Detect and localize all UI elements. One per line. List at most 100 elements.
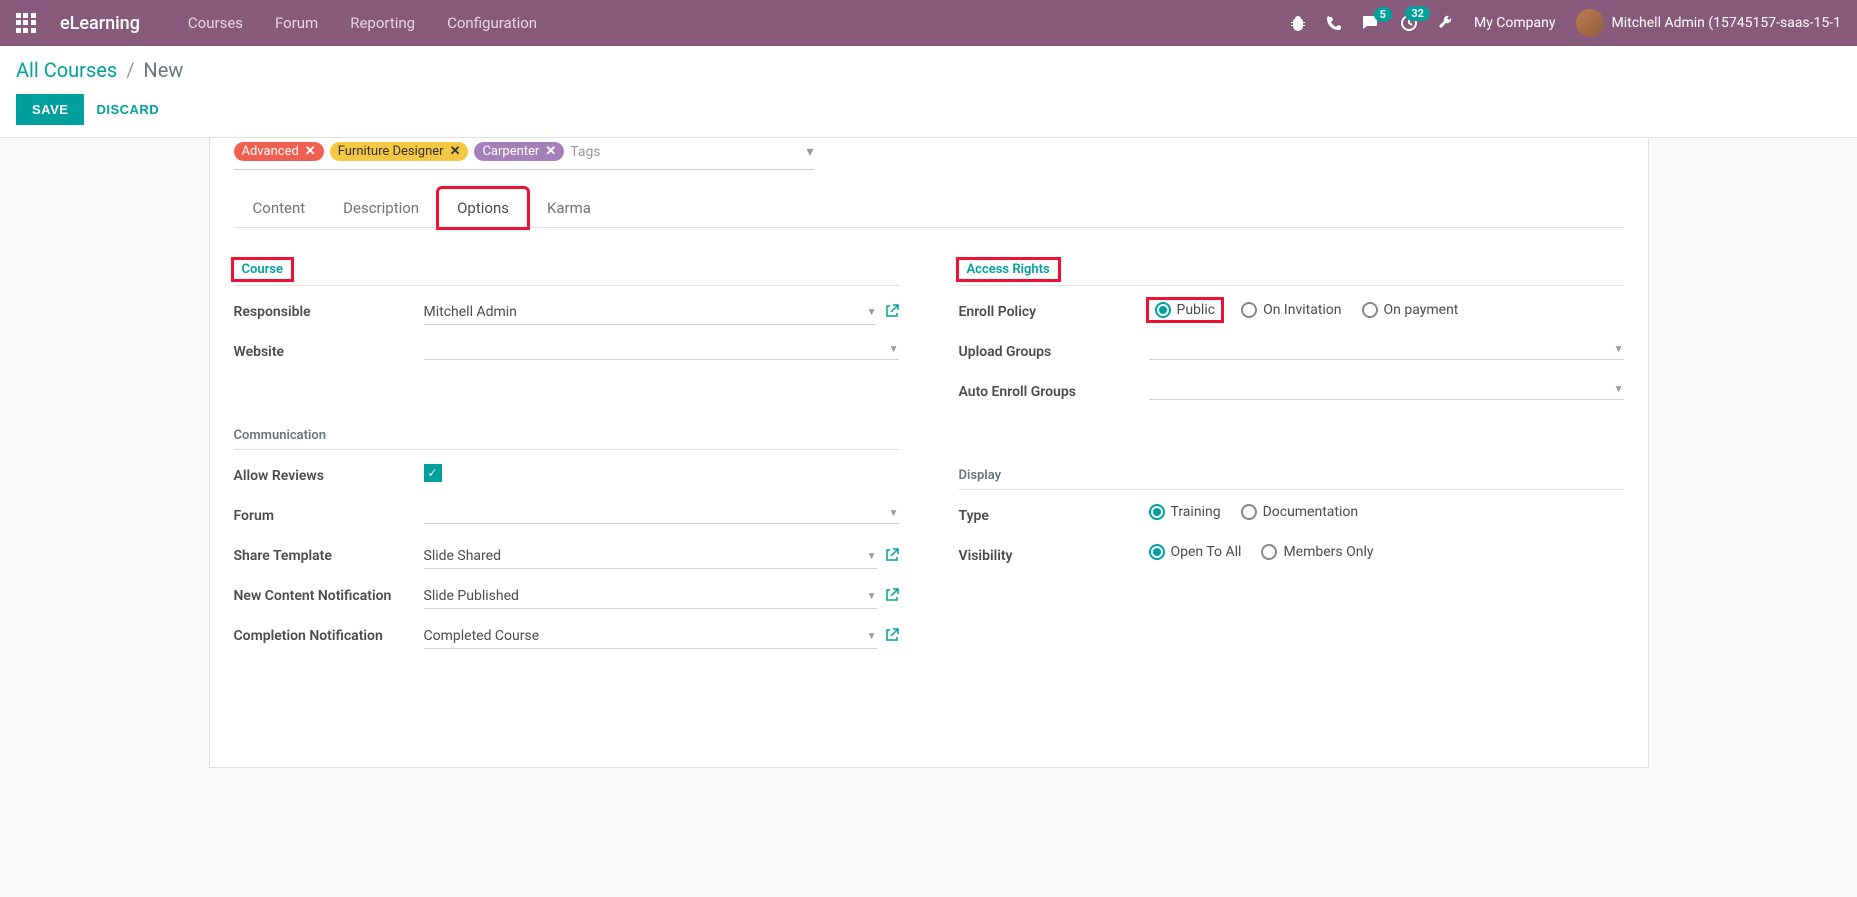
breadcrumb-separator: /	[126, 58, 134, 82]
row-allow-reviews: Allow Reviews ✓	[234, 464, 899, 494]
section-display: Display	[959, 468, 1624, 490]
external-link-icon[interactable]	[885, 628, 899, 646]
radio-label: On payment	[1384, 302, 1459, 318]
allow-reviews-checkbox[interactable]: ✓	[424, 464, 442, 482]
radio-members-only[interactable]: Members Only	[1261, 544, 1373, 560]
row-completion: Completion Notification Completed Course…	[234, 624, 899, 654]
messages-badge: 5	[1374, 7, 1392, 22]
save-button[interactable]: SAVE	[16, 94, 84, 125]
share-template-value: Slide Shared	[424, 548, 502, 564]
radio-public[interactable]: Public	[1149, 300, 1222, 320]
action-buttons: SAVE DISCARD	[16, 94, 1841, 125]
type-radio-group: Training Documentation	[1149, 504, 1359, 520]
phone-icon[interactable]	[1326, 15, 1342, 31]
chevron-down-icon[interactable]: ▼	[867, 307, 877, 318]
company-switcher[interactable]: My Company	[1474, 15, 1556, 31]
tags-field[interactable]: Advanced ✕ Furniture Designer ✕ Carpente…	[234, 138, 814, 170]
section-communication: Communication	[234, 428, 899, 450]
breadcrumb-parent[interactable]: All Courses	[16, 58, 117, 82]
tags-placeholder: Tags	[570, 144, 600, 160]
label-share-template: Share Template	[234, 544, 424, 564]
label-enroll-policy: Enroll Policy	[959, 300, 1149, 320]
chevron-down-icon[interactable]: ▼	[889, 344, 899, 355]
chevron-down-icon[interactable]: ▼	[867, 591, 877, 602]
external-link-icon[interactable]	[885, 304, 899, 322]
external-link-icon[interactable]	[885, 588, 899, 606]
website-input[interactable]: ▼	[424, 340, 899, 360]
new-content-value: Slide Published	[424, 588, 519, 604]
new-content-input[interactable]: Slide Published ▼	[424, 584, 877, 609]
user-menu[interactable]: Mitchell Admin (15745157-saas-15-1	[1576, 9, 1842, 37]
responsible-input[interactable]: Mitchell Admin ▼	[424, 300, 877, 325]
forum-input[interactable]: ▼	[424, 504, 899, 524]
radio-icon	[1149, 544, 1165, 560]
completion-input[interactable]: Completed Course ▼	[424, 624, 877, 649]
radio-icon	[1241, 504, 1257, 520]
breadcrumb-current: New	[143, 58, 183, 82]
messages-icon[interactable]: 5	[1362, 15, 1380, 31]
app-name[interactable]: eLearning	[60, 13, 140, 34]
upload-groups-input[interactable]: ▼	[1149, 340, 1624, 360]
section-course-label: Course	[234, 260, 291, 279]
chevron-down-icon[interactable]: ▼	[867, 551, 877, 562]
radio-on-payment[interactable]: On payment	[1362, 300, 1459, 320]
apps-icon[interactable]	[16, 13, 36, 33]
nav-reporting[interactable]: Reporting	[350, 14, 415, 32]
discard-button[interactable]: DISCARD	[96, 102, 159, 117]
label-forum: Forum	[234, 504, 424, 524]
activities-icon[interactable]: 32	[1400, 14, 1418, 32]
chevron-down-icon[interactable]: ▼	[867, 631, 877, 642]
nav-courses[interactable]: Courses	[188, 14, 243, 32]
label-new-content: New Content Notification	[234, 584, 424, 604]
right-column: Access Rights Enroll Policy Public On	[959, 252, 1624, 664]
form-columns: Course Responsible Mitchell Admin ▼	[234, 252, 1624, 664]
radio-label: Open To All	[1171, 544, 1242, 560]
chevron-down-icon[interactable]: ▼	[889, 508, 899, 519]
row-upload-groups: Upload Groups ▼	[959, 340, 1624, 370]
tab-description[interactable]: Description	[324, 188, 438, 227]
row-auto-enroll: Auto Enroll Groups ▼	[959, 380, 1624, 410]
auto-enroll-input[interactable]: ▼	[1149, 380, 1624, 400]
radio-on-invitation[interactable]: On Invitation	[1241, 300, 1341, 320]
row-forum: Forum ▼	[234, 504, 899, 534]
radio-label: Training	[1171, 504, 1221, 520]
left-column: Course Responsible Mitchell Admin ▼	[234, 252, 899, 664]
section-access-rights-label: Access Rights	[959, 260, 1058, 279]
row-responsible: Responsible Mitchell Admin ▼	[234, 300, 899, 330]
external-link-icon[interactable]	[885, 548, 899, 566]
chevron-down-icon[interactable]: ▼	[1614, 384, 1624, 395]
label-website: Website	[234, 340, 424, 360]
share-template-input[interactable]: Slide Shared ▼	[424, 544, 877, 569]
control-panel: All Courses / New SAVE DISCARD	[0, 46, 1857, 138]
responsible-value: Mitchell Admin	[424, 304, 517, 320]
radio-documentation[interactable]: Documentation	[1241, 504, 1359, 520]
chevron-down-icon[interactable]: ▾	[806, 144, 813, 160]
radio-label: Public	[1177, 302, 1216, 318]
radio-icon	[1261, 544, 1277, 560]
tag-remove-icon[interactable]: ✕	[545, 144, 556, 159]
tab-karma[interactable]: Karma	[528, 188, 610, 227]
tab-options[interactable]: Options	[438, 188, 528, 228]
top-navbar: eLearning Courses Forum Reporting Config…	[0, 0, 1857, 46]
nav-configuration[interactable]: Configuration	[447, 14, 537, 32]
tag-advanced[interactable]: Advanced ✕	[234, 142, 324, 161]
radio-icon	[1155, 302, 1171, 318]
radio-open-to-all[interactable]: Open To All	[1149, 544, 1242, 560]
radio-icon	[1362, 302, 1378, 318]
tag-remove-icon[interactable]: ✕	[305, 144, 316, 159]
radio-label: Members Only	[1283, 544, 1373, 560]
tag-label: Advanced	[242, 144, 299, 159]
label-upload-groups: Upload Groups	[959, 340, 1149, 360]
tab-content[interactable]: Content	[234, 188, 325, 227]
tag-remove-icon[interactable]: ✕	[450, 144, 461, 159]
bug-icon[interactable]	[1290, 15, 1306, 31]
tag-carpenter[interactable]: Carpenter ✕	[474, 142, 564, 161]
radio-training[interactable]: Training	[1149, 504, 1221, 520]
radio-icon	[1241, 302, 1257, 318]
tag-furniture-designer[interactable]: Furniture Designer ✕	[330, 142, 469, 161]
nav-menu: Courses Forum Reporting Configuration	[188, 14, 537, 32]
nav-forum[interactable]: Forum	[275, 14, 318, 32]
chevron-down-icon[interactable]: ▼	[1614, 344, 1624, 355]
row-website: Website ▼	[234, 340, 899, 370]
tools-icon[interactable]	[1438, 15, 1454, 31]
